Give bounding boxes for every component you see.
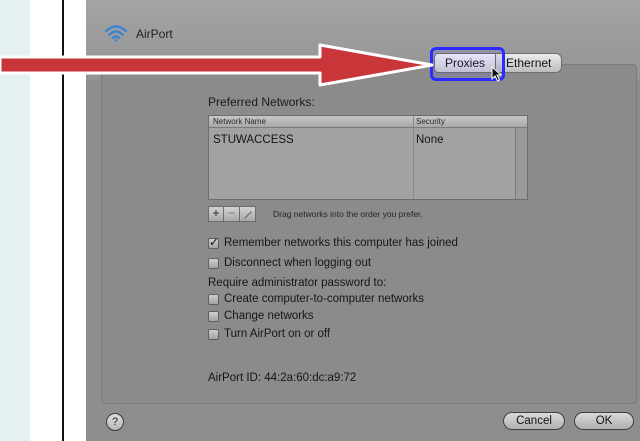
turn-airport-label: Turn AirPort on or off bbox=[224, 328, 331, 340]
preferred-networks-label: Preferred Networks: bbox=[208, 95, 315, 109]
networks-table[interactable]: Network Name Security STUWACCESS None bbox=[208, 115, 528, 200]
airport-id: AirPort ID: 44:2a:60:dc:a9:72 bbox=[208, 372, 357, 384]
remember-networks-checkbox-row[interactable]: ✓ Remember networks this computer has jo… bbox=[208, 234, 458, 250]
disconnect-checkbox[interactable] bbox=[208, 257, 219, 269]
add-network-button[interactable]: + bbox=[208, 206, 224, 222]
require-password-label: Require administrator password to: bbox=[208, 277, 387, 289]
column-header-network-name[interactable]: Network Name bbox=[213, 117, 266, 127]
drag-hint-text: Drag networks into the order you prefer. bbox=[273, 209, 423, 219]
window-title: AirPort bbox=[136, 27, 173, 41]
remove-network-button[interactable]: − bbox=[224, 206, 240, 222]
pencil-icon bbox=[243, 211, 252, 219]
cancel-button[interactable]: Cancel bbox=[503, 412, 565, 430]
create-networks-checkbox[interactable] bbox=[208, 293, 219, 305]
ok-button[interactable]: OK bbox=[574, 412, 634, 430]
table-scrollbar[interactable] bbox=[515, 128, 527, 199]
remember-networks-checkbox[interactable]: ✓ bbox=[208, 234, 220, 249]
arrow-pointer-icon bbox=[491, 66, 503, 82]
checkmark-icon: ✓ bbox=[209, 234, 220, 249]
create-networks-label: Create computer-to-computer networks bbox=[224, 293, 425, 305]
column-header-security[interactable]: Security bbox=[416, 117, 445, 127]
network-buttons: + − bbox=[208, 206, 256, 222]
change-networks-checkbox[interactable] bbox=[208, 310, 219, 322]
disconnect-label: Disconnect when logging out bbox=[224, 257, 372, 269]
help-button[interactable]: ? bbox=[106, 413, 124, 431]
remember-networks-label: Remember networks this computer has join… bbox=[224, 237, 458, 249]
turn-airport-checkbox-row[interactable]: Turn AirPort on or off bbox=[208, 327, 330, 341]
change-networks-checkbox-row[interactable]: Change networks bbox=[208, 309, 314, 323]
tab-ethernet[interactable]: Ethernet bbox=[496, 53, 563, 73]
create-networks-checkbox-row[interactable]: Create computer-to-computer networks bbox=[208, 292, 424, 306]
column-divider bbox=[413, 116, 414, 199]
turn-airport-checkbox[interactable] bbox=[208, 328, 219, 340]
annotation-arrow bbox=[0, 43, 434, 87]
disconnect-checkbox-row[interactable]: Disconnect when logging out bbox=[208, 256, 371, 270]
table-row-security[interactable]: None bbox=[416, 134, 444, 146]
change-networks-label: Change networks bbox=[224, 310, 314, 322]
edit-network-button[interactable] bbox=[240, 206, 256, 222]
table-header: Network Name Security bbox=[209, 116, 527, 128]
table-row-network-name[interactable]: STUWACCESS bbox=[213, 134, 294, 146]
